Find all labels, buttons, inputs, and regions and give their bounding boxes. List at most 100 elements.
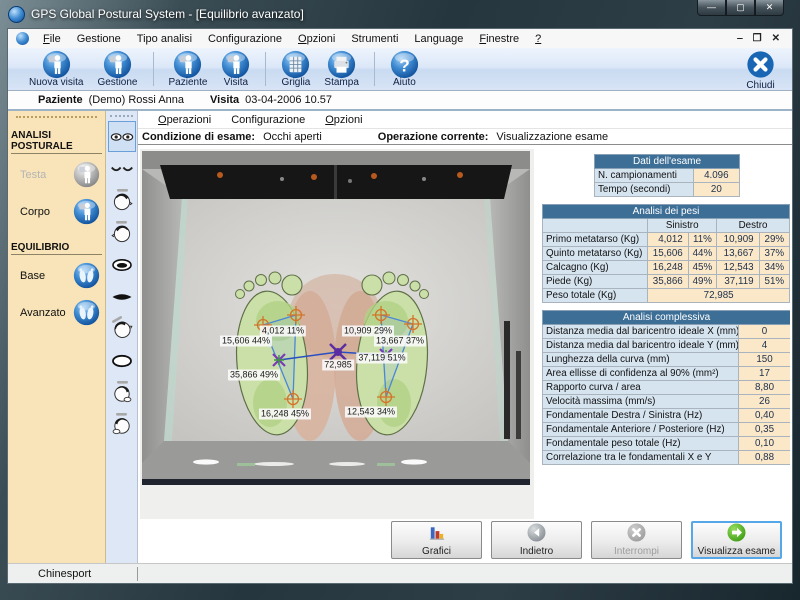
head-tilt-right-icon[interactable]: [108, 377, 136, 408]
head-turn-left-icon[interactable]: [108, 217, 136, 248]
sidebar-header-analisi-posturale: ANALISI POSTURALE: [11, 130, 102, 154]
status-text: Chinesport: [38, 567, 92, 580]
sidebar-gripper: [16, 116, 97, 118]
overall-row: Area ellisse di confidenza al 90% (mm²) 1…: [542, 366, 790, 381]
person-new-icon: [42, 50, 71, 79]
condition-icon-strip: [106, 111, 138, 563]
mouth-open-icon[interactable]: [108, 249, 136, 280]
mdi-restore-button[interactable]: ❐: [753, 33, 762, 44]
visita-button[interactable]: Visita: [214, 50, 257, 88]
grafici-button[interactable]: Grafici: [391, 521, 482, 559]
total-weight-value: 72,985: [647, 288, 790, 303]
operation-value: Visualizzazione esame: [496, 130, 609, 143]
overall-row: Distanza media dal baricentro ideale Y (…: [542, 338, 790, 353]
exam-menu-opzioni[interactable]: Opzioni: [315, 114, 372, 126]
visualizza-esame-button[interactable]: Visualizza esame: [691, 521, 782, 559]
interrompi-button: Interrompi: [591, 521, 682, 559]
chart-icon: [427, 524, 446, 546]
weights-table-title: Analisi dei pesi: [542, 204, 790, 219]
exam-menu-bar: Operazioni Configurazione Opzioni: [138, 111, 792, 128]
head-tilt-left-icon[interactable]: [108, 409, 136, 440]
weights-row: Primo metatarso (Kg) 4,012 11% 10,909 29%: [541, 232, 790, 247]
weights-table: Analisi dei pesi Sinistro Destro Primo m…: [541, 204, 790, 303]
nuova-visita-button[interactable]: Nuova visita: [22, 50, 90, 88]
weights-row: Quinto metatarso (Kg) 15,606 44% 13,667 37%: [541, 246, 790, 261]
results-panel: Dati dell'esame N. campionamenti 4.096 Tem…: [538, 149, 790, 519]
eyes-closed-icon[interactable]: [108, 153, 136, 184]
mouth-oval-icon[interactable]: [108, 345, 136, 376]
sidebar-item-testa: Testa: [8, 156, 105, 193]
menu-bar: File Gestione Tipo analisi Configurazione Op…: [8, 29, 792, 48]
sidebar-item-corpo[interactable]: Corpo: [8, 193, 105, 230]
person-manage-icon: [103, 50, 132, 79]
exam-menu-configurazione[interactable]: Configurazione: [221, 114, 315, 126]
sidebar-item-avanzato[interactable]: Avanzato: [8, 294, 105, 331]
mouth-closed-icon[interactable]: [108, 281, 136, 312]
toolbar-separator: [152, 52, 154, 86]
head-back-icon[interactable]: [108, 313, 136, 344]
strip-gripper: [110, 115, 133, 117]
menu-gestione[interactable]: Gestione: [69, 32, 129, 46]
stop-icon: [627, 523, 646, 546]
total-weight-label: Peso totale (Kg): [541, 288, 649, 303]
gestione-button[interactable]: Gestione: [90, 50, 144, 88]
svg-text:?: ?: [399, 55, 410, 75]
indietro-button[interactable]: Indietro: [491, 521, 582, 559]
grid-icon: [281, 50, 310, 79]
aiuto-button[interactable]: ? Aiuto: [383, 50, 426, 88]
sidebar-item-base[interactable]: Base: [8, 257, 105, 294]
col-header-left: Sinistro: [647, 218, 718, 233]
condition-label: Condizione di esame:: [142, 130, 256, 143]
mdi-minimize-button[interactable]: ‒: [737, 33, 743, 44]
head-sphere-icon: [73, 161, 100, 188]
menu-configurazione[interactable]: Configurazione: [200, 32, 290, 46]
close-button[interactable]: ✕: [755, 0, 784, 16]
feet-sphere-icon: [73, 299, 100, 326]
overall-row: Distanza media dal baricentro ideale X (…: [542, 324, 790, 339]
overall-analysis-table: Analisi complessiva Distanza media dal b…: [541, 310, 790, 465]
menu-file[interactable]: File: [35, 32, 69, 46]
help-icon: ?: [390, 50, 419, 79]
menu-strumenti[interactable]: Strumenti: [343, 32, 406, 46]
status-separator: [137, 566, 139, 581]
pressure-label: 15,606 44%: [219, 335, 273, 347]
condition-bar: Condizione di esame: Occhi aperti Operaz…: [138, 128, 792, 145]
chiudi-button[interactable]: Chiudi: [739, 50, 782, 91]
exam-menu-operazioni[interactable]: Operazioni: [148, 114, 221, 126]
patient-label: Paziente: [38, 94, 83, 106]
status-bar: Chinesport: [8, 563, 792, 583]
exam-row: Tempo (secondi) 20: [594, 182, 741, 197]
patient-value: (Demo) Rossi Anna: [88, 94, 185, 106]
pressure-label: 35,866 49%: [227, 369, 281, 381]
weights-row: Piede (Kg) 35,866 49% 37,119 51%: [541, 274, 790, 289]
window-controls: — ▢ ✕: [697, 0, 784, 16]
condition-value: Occhi aperti: [263, 130, 322, 143]
weights-subheader-row: Sinistro Destro: [541, 218, 790, 233]
exam-data-table: Dati dell'esame N. campionamenti 4.096 Tem…: [594, 154, 741, 197]
paziente-button[interactable]: Paziente: [162, 50, 215, 88]
window-title: GPS Global Postural System - [Equilibrio…: [31, 7, 304, 21]
minimize-button[interactable]: —: [697, 0, 726, 16]
overall-row: Rapporto curva / area 8,80: [542, 380, 790, 395]
griglia-button[interactable]: Griglia: [274, 50, 317, 88]
overall-row: Correlazione tra le fondamentali X e Y 0,…: [542, 450, 790, 465]
menu-opzioni[interactable]: Opzioni: [290, 32, 343, 46]
pressure-label: 37,119 51%: [356, 352, 408, 364]
mdi-close-button[interactable]: ✕: [772, 33, 780, 44]
total-weight-row: Peso totale (Kg) 72,985: [541, 288, 790, 303]
pressure-label: 16,248 45%: [258, 408, 312, 420]
stampa-button[interactable]: Stampa: [317, 50, 365, 88]
person-patient-icon: [173, 50, 202, 79]
menu-tipo-analisi[interactable]: Tipo analisi: [129, 32, 200, 46]
navigation-sidebar: ANALISI POSTURALE Testa Corpo EQUILIBRIO Bas…: [8, 111, 106, 563]
menu-language[interactable]: Language: [406, 32, 471, 46]
menu-help[interactable]: ?: [527, 32, 549, 46]
head-turn-right-icon[interactable]: [108, 185, 136, 216]
maximize-button[interactable]: ▢: [726, 0, 755, 16]
menu-finestre[interactable]: Finestre: [471, 32, 527, 46]
sidebar-header-equilibrio: EQUILIBRIO: [11, 242, 102, 255]
patient-bar: Paziente (Demo) Rossi Anna Visita 03-04-…: [8, 91, 792, 111]
pressure-label: 72,985: [322, 359, 354, 371]
overall-row: Lunghezza della curva (mm) 150: [542, 352, 790, 367]
eyes-open-icon[interactable]: [107, 121, 136, 152]
